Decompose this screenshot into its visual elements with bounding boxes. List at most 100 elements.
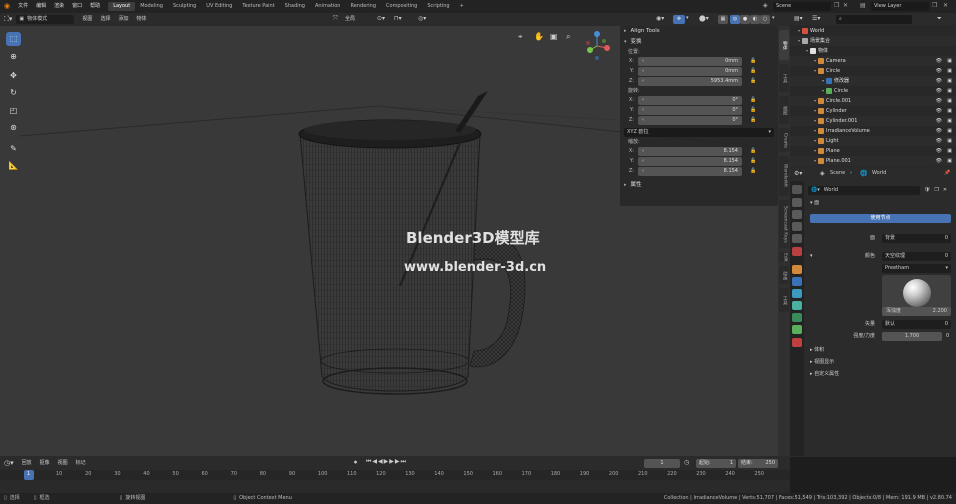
render-camera-icon[interactable]: ▣: [947, 138, 952, 144]
sidebar-tab[interactable]: 工具: [779, 64, 789, 92]
menu-edit[interactable]: 编辑: [32, 4, 50, 9]
add-workspace-button[interactable]: +: [455, 2, 469, 11]
timeline-ruler[interactable]: 1 10 20 30 40 50 60 70 80 90 100 110 120 130 140 150 160…: [0, 470, 790, 480]
lock-icon[interactable]: 🔓: [750, 108, 756, 113]
visibility-eye-icon[interactable]: 👁: [936, 158, 942, 164]
disclosure-triangle-icon[interactable]: ▾: [814, 159, 816, 163]
render-camera-icon[interactable]: ▣: [947, 78, 952, 84]
render-camera-icon[interactable]: ▣: [947, 108, 952, 114]
visibility-eye-icon[interactable]: 👁: [936, 58, 942, 64]
align-tools-header[interactable]: ▸ Align Tools: [620, 26, 778, 37]
copy-icon[interactable]: ❐: [932, 3, 937, 9]
lock-icon[interactable]: 🔓: [750, 169, 756, 174]
disclosure-triangle-icon[interactable]: ▾: [814, 149, 816, 153]
disclosure-triangle-icon[interactable]: ▾: [798, 39, 800, 43]
visibility-eye-icon[interactable]: 👁: [936, 88, 942, 94]
pivot-icon[interactable]: ⊙▾: [377, 16, 385, 22]
sidebar-tab[interactable]: 动画: [779, 266, 789, 284]
rotation-field[interactable]: ‹ 0°: [638, 96, 742, 105]
view-layer-tab-icon[interactable]: [792, 222, 802, 231]
location-field[interactable]: ‹ 5953.4mm: [638, 77, 742, 86]
lock-icon[interactable]: 🔓: [750, 79, 756, 84]
tab-shading[interactable]: Shading: [280, 2, 310, 11]
scale-field[interactable]: ‹ 8.154: [638, 167, 742, 176]
shading-dropdown-icon[interactable]: ▾: [772, 16, 775, 21]
menu-view[interactable]: 视图: [82, 17, 92, 22]
rotation-mode-selector[interactable]: XYZ 欧拉 ▾: [624, 128, 774, 137]
location-field[interactable]: ‹ 0mm: [638, 67, 742, 76]
visibility-eye-icon[interactable]: 👁: [936, 98, 942, 104]
camera-icon[interactable]: ▣: [550, 33, 558, 41]
orientation-selector[interactable]: 全局: [342, 15, 372, 24]
rendered-shading-button[interactable]: ○: [760, 15, 770, 24]
custom-properties-section-header[interactable]: ▸ 自定义属性: [810, 372, 839, 377]
menu-playback[interactable]: 回放: [22, 460, 32, 466]
lock-icon[interactable]: 🔓: [750, 98, 756, 103]
render-camera-icon[interactable]: ▣: [947, 128, 952, 134]
scale-field[interactable]: ‹ 8.154: [638, 147, 742, 156]
sidebar-tab[interactable]: Blenderkit: [779, 156, 789, 196]
outliner-row[interactable]: ▾ Plane 👁 ▣: [790, 146, 956, 156]
transform-orientation-icon[interactable]: ⤧: [333, 16, 338, 22]
transform-tool-icon[interactable]: ⊛: [6, 121, 21, 135]
transform-header[interactable]: ▾ 变换: [620, 37, 778, 48]
location-field[interactable]: ‹ 0mm: [638, 57, 742, 66]
editor-type-icon[interactable]: ⛶▾: [4, 16, 12, 23]
snap-icon[interactable]: ⊓▾: [394, 16, 402, 22]
scale-tool-icon[interactable]: ◰: [6, 104, 21, 118]
tab-uv-editing[interactable]: UV Editing: [201, 2, 237, 11]
outliner-row[interactable]: ▾ Circle 👁 ▣: [790, 66, 956, 76]
cursor-tool-icon[interactable]: ⊕: [6, 50, 21, 64]
solid-shading-button[interactable]: ●: [740, 15, 750, 24]
disclosure-triangle-icon[interactable]: ▾: [814, 109, 816, 113]
world-tab-icon[interactable]: [792, 247, 802, 256]
camera-view-icon[interactable]: ⌖: [518, 33, 523, 41]
hand-pan-icon[interactable]: ✋: [534, 33, 544, 41]
menu-object[interactable]: 物体: [136, 17, 146, 22]
strength-field[interactable]: 1.700: [882, 332, 942, 341]
outliner-row[interactable]: ▾ Cylinder.001 👁 ▣: [790, 116, 956, 126]
visibility-eye-icon[interactable]: 👁: [936, 128, 942, 134]
pin-icon[interactable]: 📌: [944, 171, 950, 176]
output-tab-icon[interactable]: [792, 210, 802, 219]
sky-type-selector[interactable]: Preetham ▾: [882, 264, 951, 273]
menu-render[interactable]: 渲染: [50, 4, 68, 9]
tab-rendering[interactable]: Rendering: [345, 2, 381, 11]
lock-icon[interactable]: 🔓: [750, 118, 756, 123]
zoom-icon[interactable]: ⌕: [566, 33, 570, 41]
measure-tool-icon[interactable]: 📐: [6, 159, 21, 173]
volume-section-header[interactable]: ▸ 体积: [810, 348, 824, 353]
material-tab-icon[interactable]: [792, 338, 802, 347]
sidebar-tab[interactable]: Create: [779, 128, 789, 152]
menu-marker[interactable]: 标记: [76, 460, 86, 466]
select-box-tool-icon[interactable]: ⬚: [6, 32, 21, 46]
scene-selector[interactable]: Scene: [773, 2, 831, 11]
breadcrumb-world[interactable]: World: [872, 171, 886, 176]
menu-view[interactable]: 视图: [58, 460, 68, 466]
mode-selector[interactable]: ▣ 物体模式: [16, 15, 75, 24]
scale-field[interactable]: ‹ 8.154: [638, 157, 742, 166]
visibility-eye-icon[interactable]: 👁: [936, 78, 942, 84]
xray-button[interactable]: ▦: [718, 15, 728, 24]
render-camera-icon[interactable]: ▣: [947, 88, 952, 94]
filter-icon[interactable]: ⏷: [937, 16, 942, 22]
outliner-row[interactable]: ▾ Camera 👁 ▣: [790, 56, 956, 66]
sidebar-tab[interactable]: 物体: [779, 30, 789, 60]
rotation-field[interactable]: ‹ 0°: [638, 116, 742, 125]
data-tab-icon[interactable]: [792, 325, 802, 334]
properties-editor-icon[interactable]: ⚙▾: [794, 171, 802, 177]
breadcrumb-scene[interactable]: Scene: [830, 171, 845, 176]
lock-icon[interactable]: 🔓: [750, 69, 756, 74]
wireframe-shading-button[interactable]: ◍: [730, 15, 740, 24]
disclosure-triangle-icon[interactable]: ▾: [822, 79, 824, 83]
disclosure-triangle-icon[interactable]: ▾: [798, 29, 800, 33]
render-camera-icon[interactable]: ▣: [947, 98, 952, 104]
render-tab-icon[interactable]: [792, 198, 802, 207]
gizmo-dropdown-icon[interactable]: ▾: [686, 16, 689, 21]
sidebar-tab[interactable]: Screencast Keys: [779, 200, 789, 248]
overlay-icon[interactable]: ⬤▾: [699, 16, 709, 22]
move-tool-icon[interactable]: ✥: [6, 69, 21, 83]
turbidity-field[interactable]: 浑浊度 2.200: [882, 307, 951, 316]
menu-add[interactable]: 添加: [118, 17, 128, 22]
rotate-tool-icon[interactable]: ↻: [6, 86, 21, 100]
